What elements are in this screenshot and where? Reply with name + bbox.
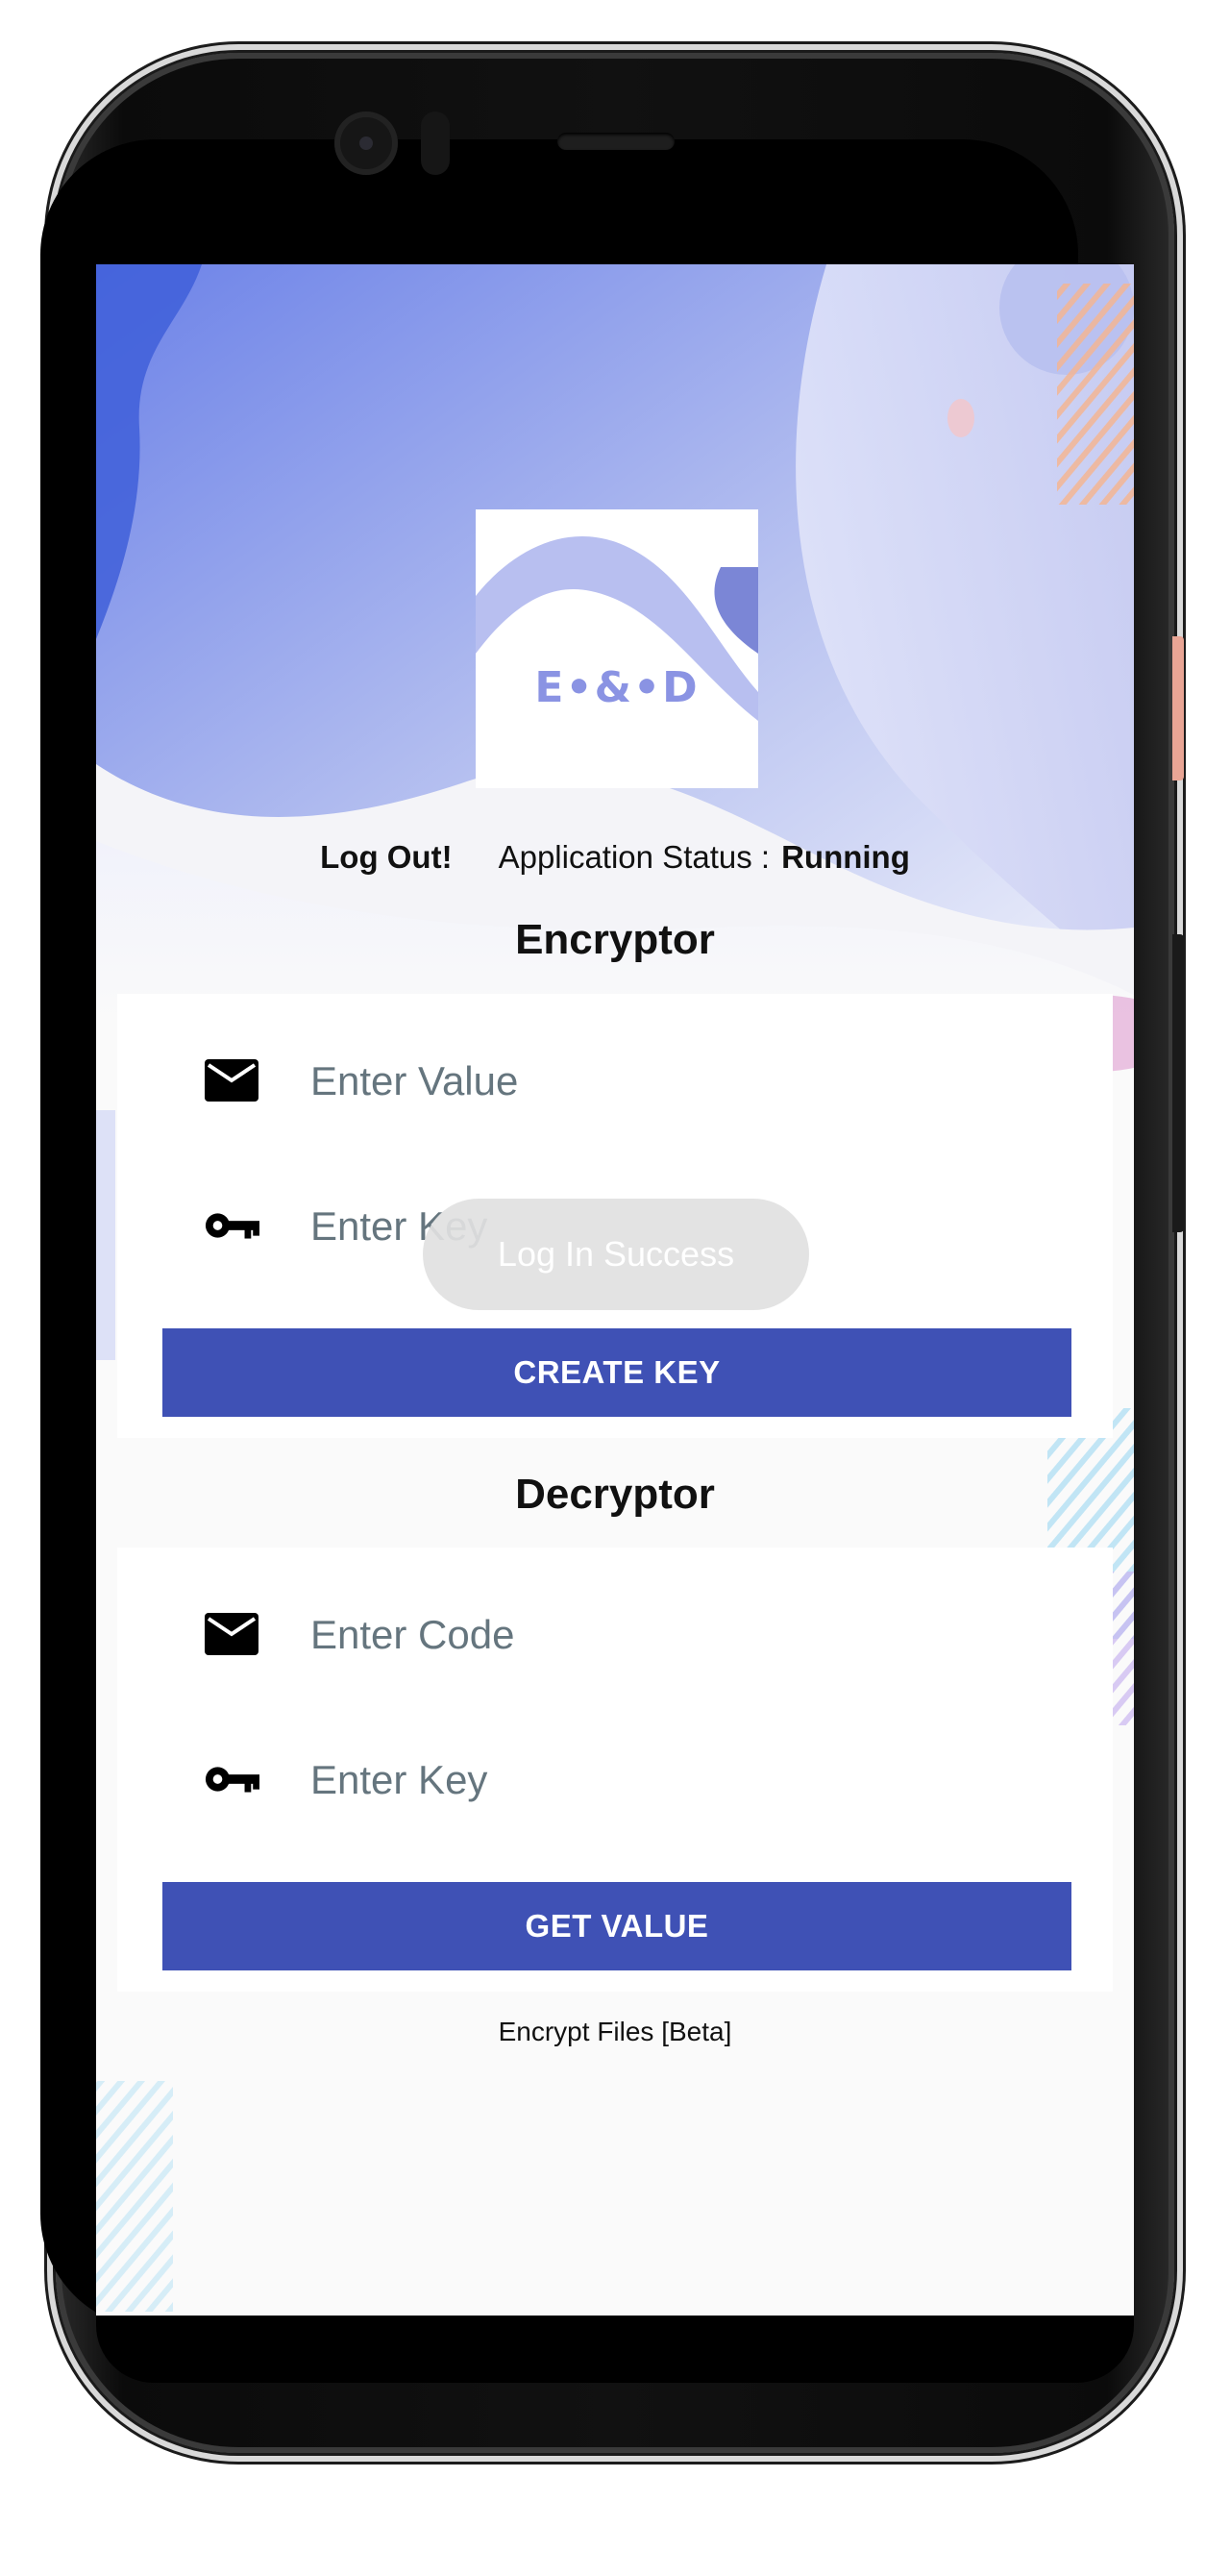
- earpiece-speaker: [557, 133, 675, 150]
- front-camera: [334, 111, 398, 175]
- decrypt-code-field[interactable]: [117, 1581, 1113, 1687]
- decryptor-card: GET VALUE: [117, 1548, 1113, 1992]
- create-key-button[interactable]: CREATE KEY: [162, 1328, 1071, 1417]
- app-logo: E•&•D: [476, 509, 758, 788]
- app-status-label: Application Status :: [498, 839, 771, 875]
- decryptor-title: Decryptor: [515, 1471, 715, 1518]
- encrypt-value-field[interactable]: [117, 1028, 1113, 1133]
- volume-button: [1172, 934, 1184, 1232]
- get-value-button[interactable]: GET VALUE: [162, 1882, 1071, 1970]
- key-icon: [204, 1198, 259, 1253]
- app-status-value: Running: [781, 839, 910, 875]
- decrypt-key-input[interactable]: [308, 1746, 1043, 1815]
- decrypt-key-field[interactable]: [117, 1726, 1113, 1832]
- key-icon: [204, 1751, 259, 1807]
- app-screen: E•&•D Log Out! Application Status : Runn…: [96, 264, 1134, 2316]
- logo-wave-graphic: [476, 509, 758, 788]
- logo-text: E•&•D: [534, 663, 700, 712]
- encrypt-value-input[interactable]: [308, 1047, 1043, 1116]
- mail-icon: [204, 1606, 259, 1662]
- proximity-sensor: [421, 111, 450, 175]
- status-row: Log Out! Application Status : Running: [96, 833, 1134, 881]
- mail-icon: [204, 1053, 259, 1108]
- power-button: [1172, 636, 1184, 780]
- encryptor-title: Encryptor: [515, 916, 715, 963]
- login-success-toast: Log In Success: [423, 1199, 809, 1310]
- logout-link[interactable]: Log Out!: [320, 839, 452, 876]
- bottom-bezel: [96, 2316, 1134, 2383]
- decrypt-code-input[interactable]: [308, 1600, 1043, 1670]
- encrypt-files-link[interactable]: Encrypt Files [Beta]: [96, 2017, 1134, 2047]
